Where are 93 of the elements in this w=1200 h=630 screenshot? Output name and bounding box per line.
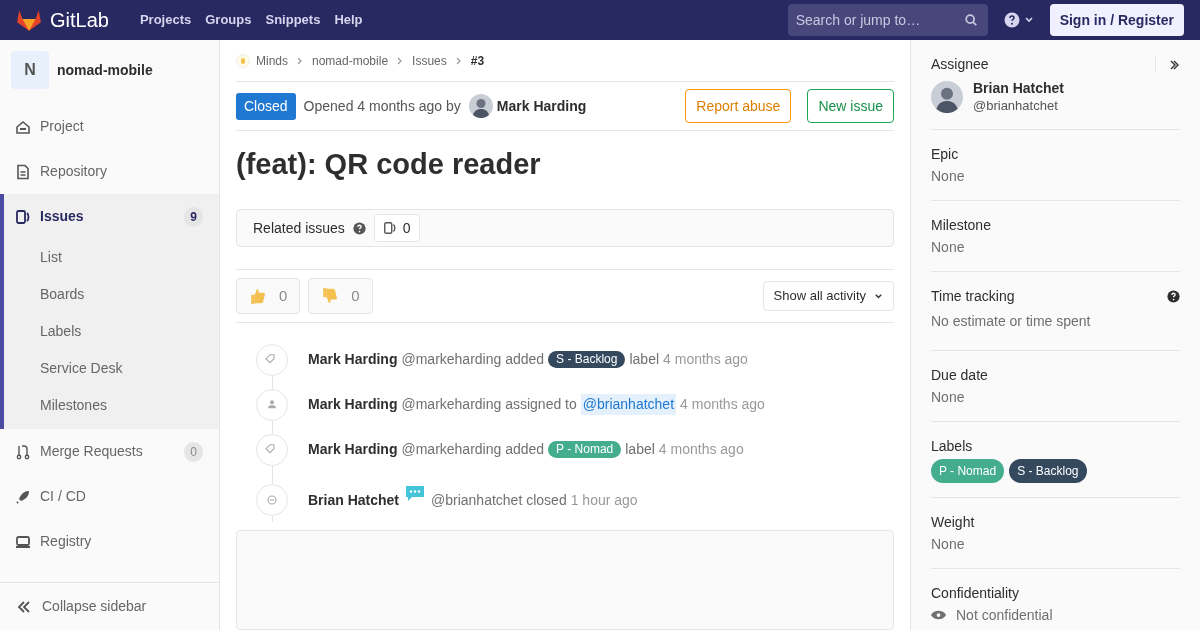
group-avatar [236,53,250,68]
sign-in-button[interactable]: Sign in / Register [1049,4,1184,36]
related-issues-label: Related issues [253,218,345,238]
activity-time: 4 months ago [658,440,744,459]
sidebar-item[interactable]: Registry [0,519,219,564]
project-name[interactable]: nomad-mobile [57,59,153,81]
status-badge: Closed [236,92,296,120]
author-name[interactable]: Mark Harding [308,349,398,370]
caret-icon [1023,15,1034,25]
count-badge: 9 [184,206,203,227]
activity-text: @markeharding added [401,350,545,369]
activity-text: label [625,440,655,459]
search-field[interactable]: Search or jump to… [787,4,988,36]
author-name[interactable]: Brian Hatchet [308,489,400,511]
sidebar-item[interactable]: Merge Requests 0 [0,429,219,474]
search-icon [963,13,978,27]
section-heading: Time tracking [931,287,1016,306]
issue-title: (feat): QR code reader [236,147,542,183]
chevron-right-icon [454,56,463,65]
section-heading: Due date [931,366,989,385]
project-avatar: N [11,51,49,89]
section-value: None [931,388,966,407]
section-heading: Confidentiality [931,584,1020,603]
sidebar-subitem[interactable]: Service Desk [4,350,219,387]
monitor-icon [15,533,31,550]
activity-text: @markeharding assigned to [401,395,577,414]
section-heading: Milestone [931,216,992,235]
section-value: No estimate or time spent [931,312,1092,331]
thumbs-down-icon [321,287,340,305]
label-tag[interactable]: S - Backlog [1009,459,1087,483]
merge-request-icon [15,443,31,460]
activity-text: label [629,350,660,369]
nav-link[interactable]: Snippets [258,10,328,30]
sidebar-item[interactable]: Repository [0,149,219,194]
section-heading: Assignee [931,55,990,74]
sidebar-subitem[interactable]: Boards [4,276,219,313]
help-icon [352,221,366,235]
help-menu-button[interactable] [1003,12,1034,28]
sidebar-item[interactable]: CI / CD [0,474,219,519]
sidebar-subitem[interactable]: List [4,239,219,276]
breadcrumb-link[interactable]: nomad-mobile [312,51,389,70]
chevron-down-icon [874,291,883,301]
fox-logo-icon [16,8,42,32]
sidebar-item[interactable]: Issues 9 [4,194,219,239]
mention-link[interactable]: @brianhatchet [580,394,677,415]
section-value: None [931,167,966,186]
double-chevron-left-icon [16,598,32,615]
double-chevron-right-icon[interactable] [1168,58,1180,71]
breadcrumb-link[interactable]: #3 [470,51,485,70]
nav-link[interactable]: Help [327,10,370,30]
activity-text: @markeharding added [401,440,545,459]
rocket-icon [15,488,31,505]
author-name[interactable]: Mark Harding [308,439,398,460]
help-icon[interactable] [1167,289,1180,303]
section-value: None [931,535,966,554]
activity-filter-dropdown[interactable]: Show all activity [762,281,894,311]
breadcrumb-link[interactable]: Minds [256,51,288,70]
section-value: Not confidential [956,606,1053,625]
activity-time: 4 months ago [663,350,748,369]
document-icon [15,163,31,180]
section-heading: Epic [931,145,960,164]
thumbs-up-icon [249,287,267,305]
author-link[interactable]: Mark Harding [496,95,587,117]
breadcrumb-link[interactable]: Issues [412,51,447,70]
assignee-handle: @brianhatchet [973,97,1059,115]
assignee-avatar [931,81,963,113]
award-button[interactable]: 0 [308,278,373,314]
related-count-badge: 0 [373,214,420,243]
label-tag[interactable]: S - Backlog [548,351,626,368]
section-heading: Labels [931,437,974,456]
help-icon [1003,12,1020,28]
activity-time: 1 hour ago [570,490,638,510]
chevron-right-icon [296,56,304,65]
activity-text: @brianhatchet closed [431,490,567,510]
author-name[interactable]: Mark Harding [308,394,398,415]
section-value: None [931,238,966,257]
sidebar-subitem[interactable]: Labels [4,313,219,350]
brand-name[interactable]: GitLab [50,5,109,35]
activity-time: 4 months ago [680,395,765,414]
sidebar-item[interactable]: Project [0,104,219,149]
section-heading: Weight [931,513,976,532]
author-avatar [468,94,493,119]
assignee-name[interactable]: Brian Hatchet [973,79,1065,97]
opened-text: Opened 4 months ago by [303,96,461,116]
award-button[interactable]: 0 [236,278,301,314]
count-badge: 0 [184,441,203,462]
nav-link[interactable]: Projects [132,10,199,30]
issues-icon [15,208,31,225]
home-icon [15,118,31,135]
new-issue-button[interactable]: New issue [807,89,894,124]
eye-icon [931,610,946,620]
sidebar-subitem[interactable]: Milestones [4,387,219,424]
nav-link[interactable]: Groups [198,10,259,30]
